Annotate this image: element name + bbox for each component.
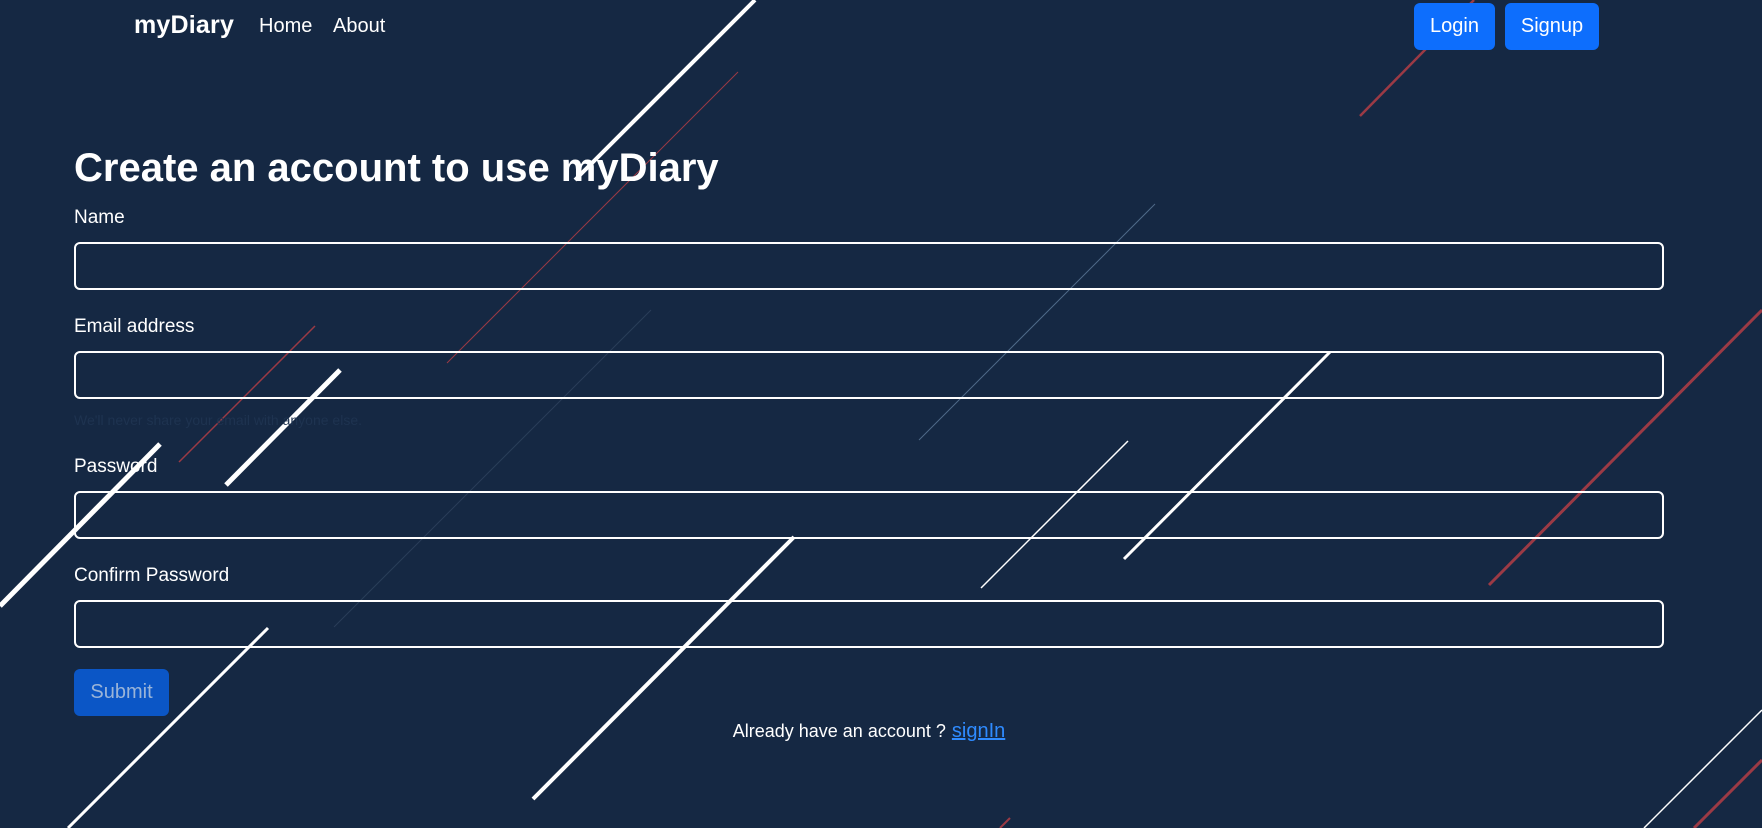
nav-link-about[interactable]: About — [333, 15, 385, 38]
email-input[interactable] — [74, 351, 1664, 399]
login-button[interactable]: Login — [1414, 3, 1495, 50]
nav-link-home[interactable]: Home — [259, 15, 312, 38]
submit-button[interactable]: Submit — [74, 669, 169, 716]
navbar: myDiary Home About Login Signup — [0, 0, 1762, 54]
page: myDiary Home About Login Signup Create a… — [0, 0, 1762, 828]
confirm-password-label: Confirm Password — [74, 565, 230, 586]
signup-button[interactable]: Signup — [1505, 3, 1599, 50]
signin-prompt-text: Already have an account ? — [732, 721, 946, 741]
background-line — [999, 817, 1011, 828]
background-line — [446, 71, 739, 364]
background-line — [531, 535, 796, 801]
brand-logo[interactable]: myDiary — [134, 11, 234, 40]
page-title: Create an account to use myDiary — [74, 146, 719, 190]
background-line — [1692, 758, 1762, 828]
email-label: Email address — [74, 316, 195, 337]
email-help-text: We'll never share your email with anyone… — [74, 412, 362, 428]
confirm-password-input[interactable] — [74, 600, 1664, 648]
password-label: Password — [74, 456, 158, 477]
signin-link[interactable]: signIn — [952, 720, 1005, 742]
name-label: Name — [74, 207, 125, 228]
password-input[interactable] — [74, 491, 1664, 539]
name-input[interactable] — [74, 242, 1664, 290]
background-line — [918, 203, 1156, 441]
signin-prompt-line: Already have an account ? signIn — [74, 720, 1664, 743]
